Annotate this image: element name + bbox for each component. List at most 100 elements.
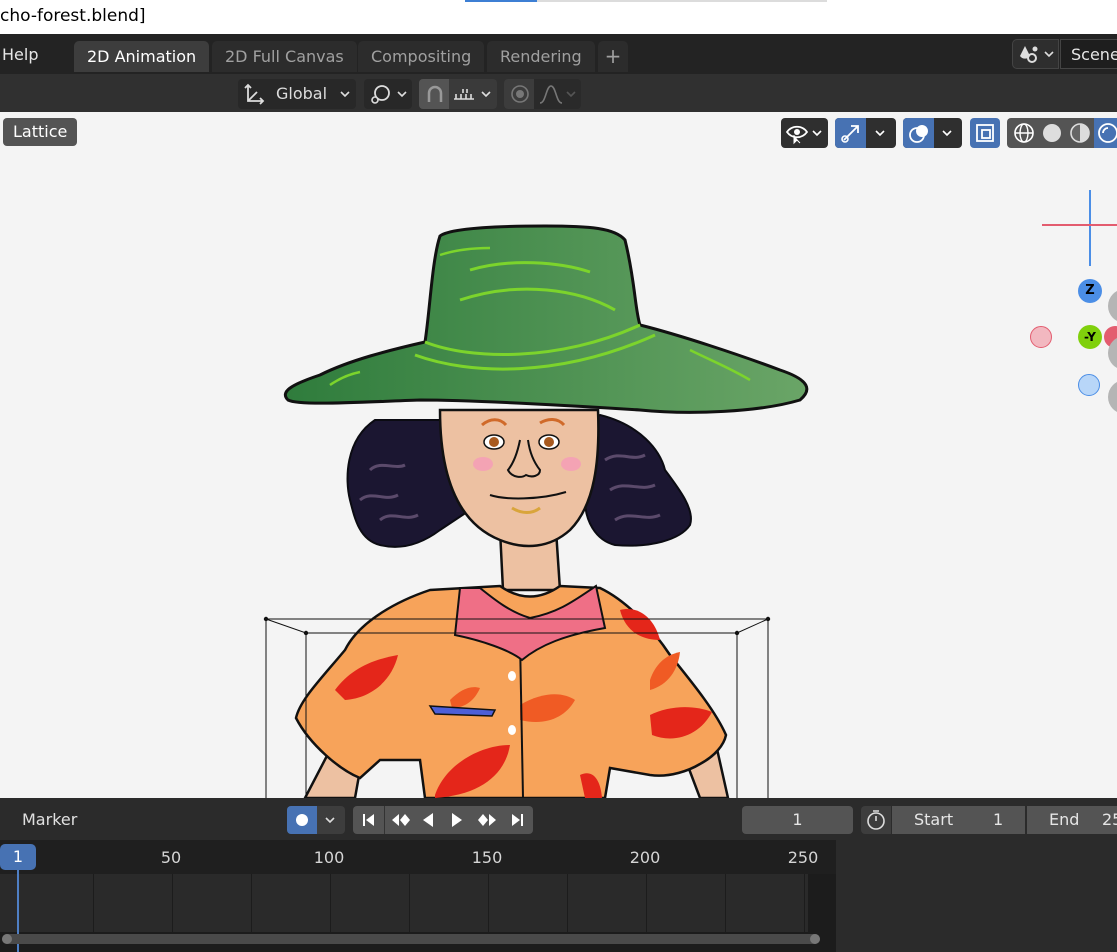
orientation-label: Global [276,84,328,103]
overlays-icon [909,125,928,143]
next-keyframe-icon [477,814,496,826]
chevron-down-icon [566,91,576,98]
gizmo-arrow-icon [841,125,859,143]
window-title: cho-forest.blend] [0,6,146,26]
grid-line [804,874,805,932]
proportional-edit-toggle[interactable] [504,79,534,109]
grid-line [172,874,173,932]
magnet-icon [427,85,443,102]
rendered-shading-button[interactable] [1094,118,1117,148]
3d-viewport[interactable]: Lattice Z -Y [0,112,1117,798]
gizmo-neg-z-axis[interactable] [1078,374,1100,396]
window-title-bar: cho-forest.blend] [0,0,1117,34]
end-label: End [1049,810,1080,829]
pivot-icon [371,85,390,104]
play-reverse-button[interactable] [412,806,444,834]
play-reverse-icon [422,813,433,827]
jump-end-icon [512,814,523,826]
scene-name-field[interactable]: Scene [1060,39,1117,69]
gizmo-toggle-button[interactable] [835,118,866,148]
ruler-tick-label: 200 [629,848,661,867]
chevron-down-icon [481,91,491,98]
proportional-editing-group[interactable] [504,79,581,109]
timeline-ruler[interactable]: 50 100 150 200 250 [0,840,836,874]
top-menu-bar: Help 2D Animation 2D Full Canvas Composi… [0,34,1117,74]
grid-line [646,874,647,932]
start-label: Start [914,810,954,829]
tab-2d-full-canvas[interactable]: 2D Full Canvas [212,41,357,72]
solid-shading-icon[interactable] [1040,121,1064,145]
tab-2d-animation[interactable]: 2D Animation [74,41,210,72]
shading-mode-group[interactable] [1007,118,1117,148]
start-value: 1 [993,810,1004,829]
grid-line [567,874,568,932]
chevron-down-icon [875,130,885,137]
chevron-down-icon [325,817,335,824]
grid-line [409,874,410,932]
record-button[interactable] [287,806,317,834]
timeline-side-panel [836,840,1117,952]
snap-increment-icon [454,89,474,100]
tab-rendering[interactable]: Rendering [487,41,595,72]
grid-line [330,874,331,932]
chevron-down-icon [340,91,350,98]
start-frame-field[interactable]: Start 1 [892,806,1025,834]
preview-range-toggle[interactable] [861,806,891,834]
overlays-toggle-button[interactable] [903,118,934,148]
falloff-curve-icon [539,85,563,104]
snapping-group[interactable] [419,79,497,109]
grid-line [725,874,726,932]
timeline-keyframe-area[interactable] [0,874,808,932]
lattice-mode-button[interactable]: Lattice [3,118,78,146]
ruler-tick-label: 100 [313,848,345,867]
stopwatch-icon [867,810,885,830]
scene-icon [1020,46,1054,63]
gizmo-dropdown[interactable] [835,118,896,148]
transform-orientation-dropdown[interactable]: Global [238,79,356,109]
ruler-tick-label: 150 [471,848,503,867]
jump-start-icon [362,814,374,826]
menu-help[interactable]: Help [2,45,38,64]
play-button[interactable] [441,806,473,834]
playhead-frame-indicator[interactable]: 1 [0,844,36,870]
end-value: 25 [1102,810,1117,829]
proportional-edit-icon [511,85,529,103]
pivot-point-dropdown[interactable] [364,79,412,109]
timeline-scrollbar[interactable] [0,932,822,946]
xray-icon [976,124,994,142]
xray-toggle-button[interactable] [970,118,1000,148]
ruler-tick-label: 250 [787,848,819,867]
rendered-shading-icon [1098,123,1117,143]
jump-to-next-keyframe-button[interactable] [471,806,503,834]
timeline-header: Marker 1 Start 1 End 25 [0,798,1117,840]
jump-to-end-button[interactable] [501,806,533,834]
material-preview-icon[interactable] [1068,121,1092,145]
gizmo-neg-x-axis[interactable] [1030,326,1052,348]
selectability-visibility-dropdown[interactable] [781,118,828,148]
current-frame-field[interactable]: 1 [742,806,853,834]
snap-toggle-button[interactable] [419,79,449,109]
gizmo-neg-y-axis[interactable]: -Y [1078,325,1102,349]
gizmo-z-axis[interactable]: Z [1078,279,1102,303]
tab-compositing[interactable]: Compositing [358,41,485,72]
add-workspace-button[interactable]: + [598,41,628,72]
ruler-tick-label: 50 [160,848,182,867]
orientation-icon [244,83,265,105]
wireframe-shading-icon[interactable] [1012,121,1036,145]
scene-selector-button[interactable] [1012,39,1059,69]
end-frame-field[interactable]: End 25 [1027,806,1117,834]
play-icon [451,813,462,827]
jump-to-start-button[interactable] [353,806,385,834]
overlays-dropdown[interactable] [903,118,962,148]
browser-tab-indicator [465,0,537,2]
eye-icon [785,125,822,145]
character-drawing [263,224,809,798]
record-icon [296,814,308,826]
marker-menu[interactable]: Marker [22,810,77,829]
chevron-down-icon [397,91,407,98]
grid-line [93,874,94,932]
grid-line [488,874,489,932]
axis-lines [1042,190,1117,266]
auto-keying-group[interactable] [287,806,345,834]
timeline-area[interactable]: 50 100 150 200 250 1 [0,840,1117,952]
